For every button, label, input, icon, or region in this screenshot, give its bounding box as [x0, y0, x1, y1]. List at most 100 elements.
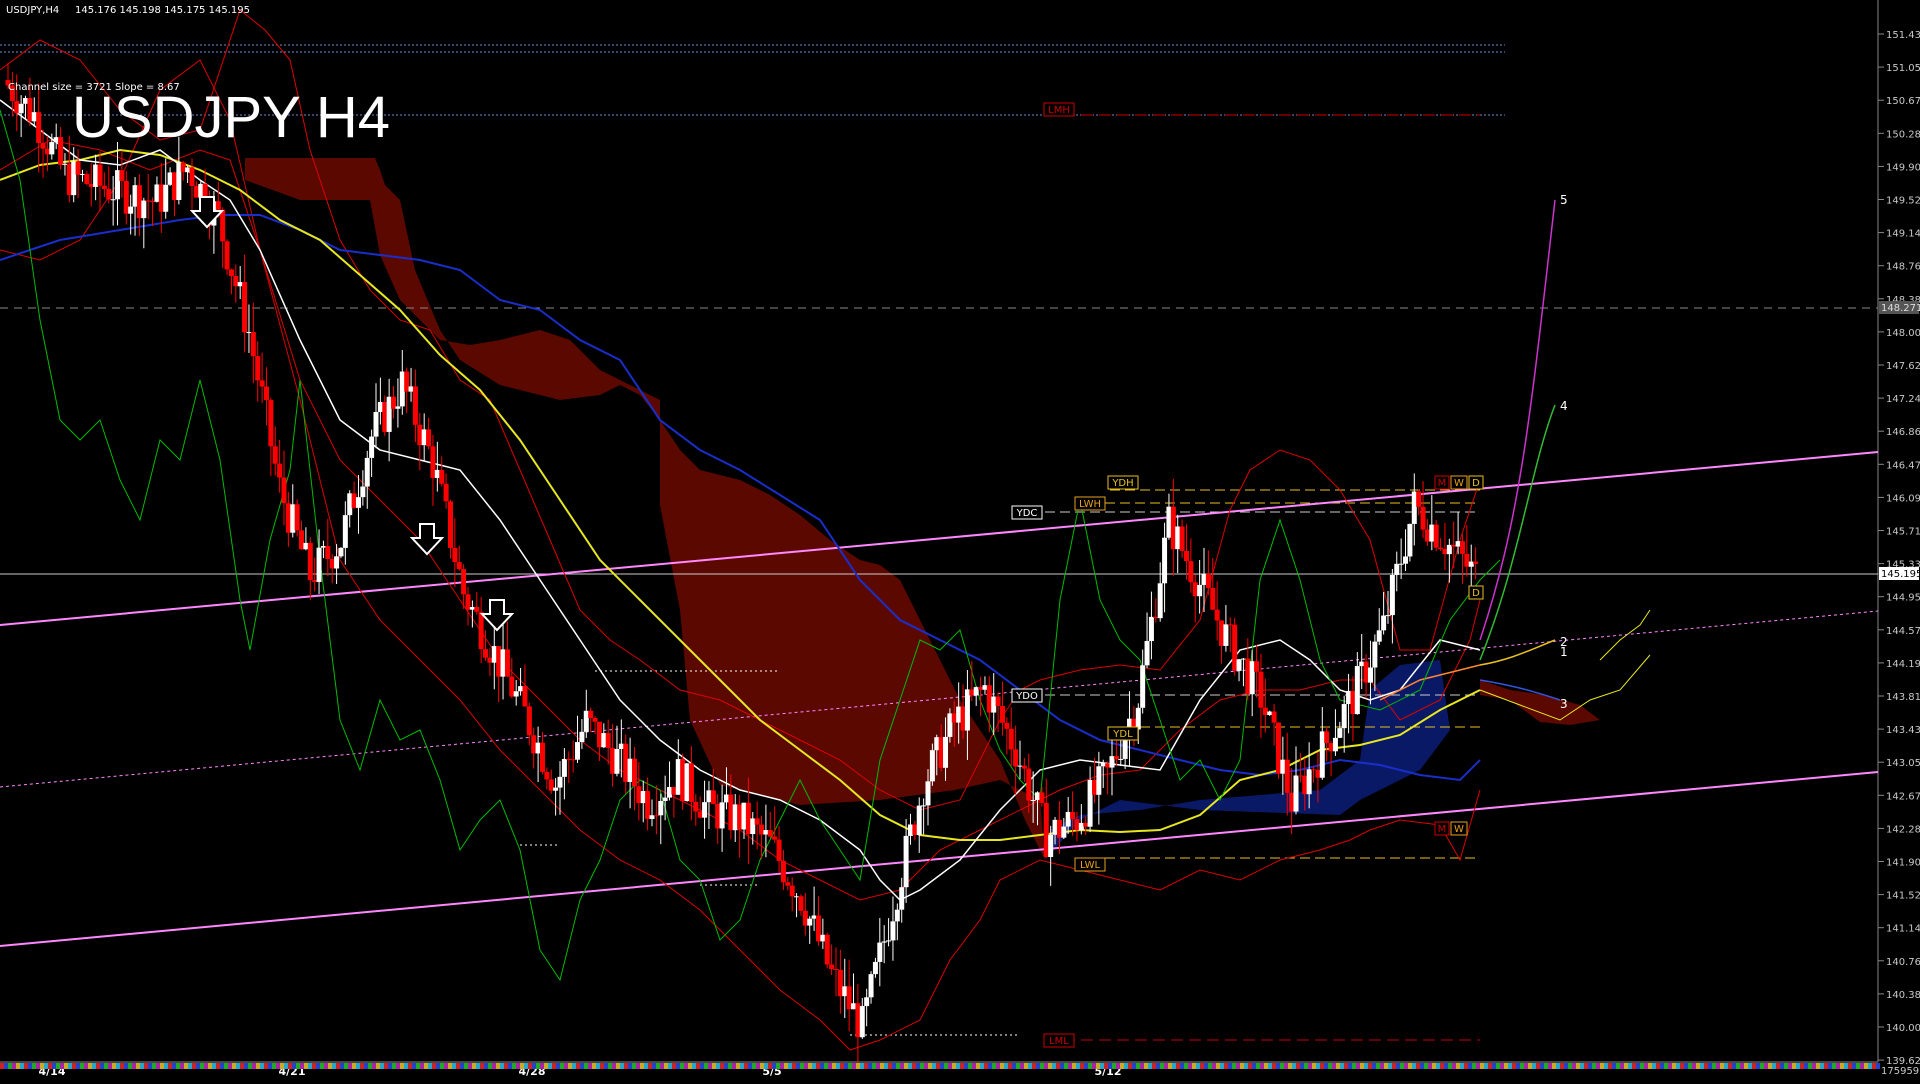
strip-segment: [560, 1063, 564, 1069]
candle-bear: [430, 446, 436, 478]
strip-segment: [1744, 1063, 1748, 1069]
candle-bear: [548, 779, 554, 791]
strip-segment: [816, 1063, 820, 1069]
strip-segment: [104, 1063, 108, 1069]
candle-bear: [1297, 775, 1303, 777]
candle-bear: [504, 649, 510, 677]
candle-bear: [242, 282, 248, 333]
strip-segment: [916, 1063, 920, 1069]
strip-segment: [72, 1063, 76, 1069]
candle-bear: [1451, 544, 1457, 547]
candle-bull: [877, 942, 883, 962]
candle-bull: [750, 818, 756, 835]
candle-bull: [973, 687, 979, 696]
strip-segment: [1324, 1063, 1328, 1069]
strip-segment: [796, 1063, 800, 1069]
candle-bear: [1464, 553, 1470, 567]
strip-segment: [612, 1063, 616, 1069]
strip-segment: [1080, 1063, 1084, 1069]
candle-bull: [1030, 800, 1036, 802]
strip-segment: [1040, 1063, 1044, 1069]
price-chart[interactable]: 151.430 151.050 150.670 150.280 149.900 149.5…: [0, 0, 1920, 1080]
candle-bull: [1319, 731, 1325, 778]
strip-segment: [708, 1063, 712, 1069]
strip-segment: [996, 1063, 1000, 1069]
strip-segment: [896, 1063, 900, 1069]
strip-segment: [1840, 1063, 1844, 1069]
candle-bear: [268, 400, 274, 447]
strip-segment: [600, 1063, 604, 1069]
candle-bear: [391, 396, 397, 409]
candle-bear: [1026, 768, 1032, 801]
strip-segment: [1576, 1063, 1580, 1069]
candle-bear: [780, 860, 786, 883]
candle-bull: [369, 436, 375, 458]
strip-segment: [96, 1063, 100, 1069]
strip-segment: [1736, 1063, 1740, 1069]
strip-segment: [1716, 1063, 1720, 1069]
strip-segment: [1064, 1063, 1068, 1069]
strip-segment: [1296, 1063, 1300, 1069]
candle-bull: [1354, 666, 1360, 715]
candle-bear: [1183, 551, 1189, 562]
candle-bull: [364, 457, 370, 487]
strip-segment: [76, 1063, 80, 1069]
strip-segment: [852, 1063, 856, 1069]
strip-segment: [892, 1063, 896, 1069]
strip-segment: [540, 1063, 544, 1069]
candle-bear: [728, 794, 734, 831]
strip-segment: [1876, 1063, 1880, 1069]
strip-segment: [20, 1063, 24, 1069]
strip-segment: [252, 1063, 256, 1069]
chart-big-title: USDJPY H4: [72, 85, 390, 150]
candle-bull: [1197, 584, 1203, 597]
svg-text:D: D: [1472, 588, 1480, 599]
strip-segment: [348, 1063, 352, 1069]
candle-bull: [469, 607, 475, 610]
strip-segment: [36, 1063, 40, 1069]
strip-segment: [176, 1063, 180, 1069]
strip-segment: [1660, 1063, 1664, 1069]
candle-bull: [1017, 765, 1023, 767]
candle-bear: [1271, 711, 1277, 723]
strip-segment: [1696, 1063, 1700, 1069]
strip-segment: [744, 1063, 748, 1069]
strip-segment: [1688, 1063, 1692, 1069]
candle-bear: [1262, 707, 1268, 715]
strip-segment: [920, 1063, 924, 1069]
strip-segment: [1748, 1063, 1752, 1069]
candle-bull: [1048, 834, 1054, 857]
candle-bull: [899, 887, 905, 910]
candle-bull: [355, 497, 361, 508]
strip-segment: [108, 1063, 112, 1069]
strip-segment: [1380, 1063, 1384, 1069]
chart-frame[interactable]: 151.430 151.050 150.670 150.280 149.900 149.5…: [0, 0, 1920, 1080]
candle-bull: [947, 713, 953, 737]
strip-segment: [1024, 1063, 1028, 1069]
strip-segment: [332, 1063, 336, 1069]
current-price-marker: 145.195: [1879, 567, 1920, 580]
strip-segment: [1408, 1063, 1412, 1069]
candle-bear: [281, 477, 287, 504]
strip-segment: [464, 1063, 468, 1069]
strip-segment: [552, 1063, 556, 1069]
candle-bear: [404, 371, 410, 392]
strip-segment: [812, 1063, 816, 1069]
candle-bull: [338, 547, 344, 557]
strip-segment: [500, 1063, 504, 1069]
candle-bear: [40, 143, 46, 149]
strip-segment: [1444, 1063, 1448, 1069]
strip-segment: [1140, 1063, 1144, 1069]
projection-label-1: 1: [1560, 645, 1568, 659]
candle-bear: [680, 759, 686, 802]
candle-bull: [115, 170, 121, 200]
strip-segment: [1712, 1063, 1716, 1069]
strip-segment: [1232, 1063, 1236, 1069]
candle-bull: [1109, 756, 1115, 768]
candle-bull: [500, 649, 506, 677]
candle-bear: [1289, 792, 1295, 812]
strip-segment: [620, 1063, 624, 1069]
candle-bear: [439, 469, 445, 484]
candle-bear: [824, 934, 830, 965]
candle-bear: [710, 790, 716, 804]
